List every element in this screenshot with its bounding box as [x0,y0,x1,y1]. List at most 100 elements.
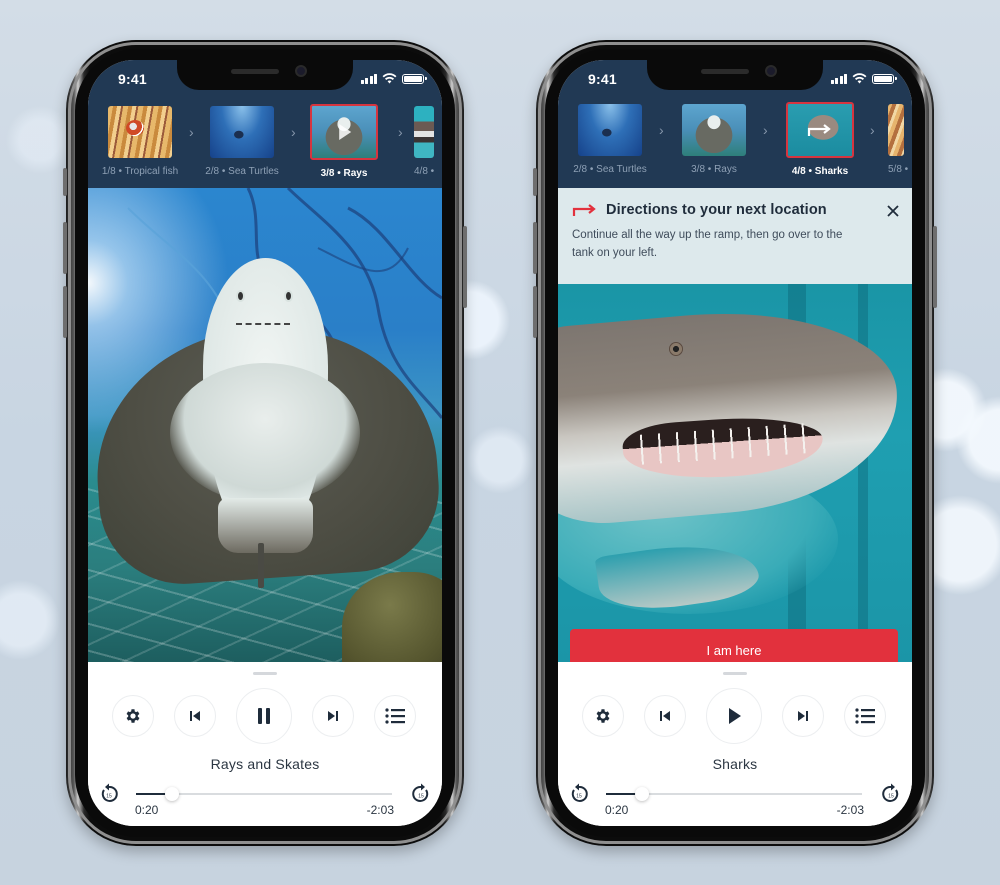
phone-sharks: 9:41 2/8 • Sea Turtles › 3/8 • Rays › 4/… [533,40,937,846]
chevron-right-icon: › [659,122,664,138]
thumbnail-tropical-fish[interactable] [888,104,904,156]
drag-handle[interactable] [723,672,747,675]
screen: 9:41 2/8 • Sea Turtles › 3/8 • Rays › 4/… [558,60,912,826]
wifi-icon [852,73,867,84]
carousel-item-rays[interactable]: 3/8 • Rays [294,104,394,179]
carousel-item-sea-turtles[interactable]: 2/8 • Sea Turtles [192,106,292,177]
previous-track-button[interactable] [174,695,216,737]
rewind-15-icon: 15 [101,783,118,802]
ray-tail [218,498,313,553]
thumbnail-shark[interactable] [414,106,434,158]
carousel-item-sharks[interactable]: 4/8 • [414,106,442,177]
volume-up-button [63,222,67,274]
skip-forward-15-button[interactable]: 15 [410,782,432,804]
carousel-item-label: 4/8 • [414,166,435,177]
playlist-button[interactable] [844,695,886,737]
thumbnail-sea-turtle[interactable] [210,106,274,158]
close-icon[interactable] [886,204,900,218]
carousel-item-rays[interactable]: 3/8 • Rays [664,104,764,175]
play-icon [729,708,741,724]
carousel-item-sea-turtles[interactable]: 2/8 • Sea Turtles [560,104,660,175]
svg-text:15: 15 [576,794,582,800]
forward-15-icon: 15 [412,783,429,802]
carousel-item-label: 5/8 • [888,164,909,175]
chevron-right-icon: › [870,122,875,138]
thumbnail-tropical-fish[interactable] [108,106,172,158]
settings-button[interactable] [112,695,154,737]
rewind-15-icon: 15 [571,783,588,802]
carousel-item-label: 1/8 • Tropical fish [101,166,179,177]
elapsed-time: 0:20 [605,803,629,817]
playlist-button[interactable] [374,695,416,737]
directions-text: Continue all the way up the ramp, then g… [572,229,843,259]
exhibit-photo-shark [558,284,912,662]
ray-stinger [258,543,264,588]
list-icon [385,708,405,724]
mute-switch [63,168,67,196]
battery-icon [402,73,427,84]
chevron-right-icon: › [763,122,768,138]
signal-icon [830,73,847,84]
carousel-item-label-active: 4/8 • Sharks [791,166,849,177]
skip-back-15-button[interactable]: 15 [98,782,120,804]
thumbnail-ray-active[interactable] [310,104,378,160]
phone-rays: 9:41 1/8 • Tropical fish › 2/8 • Sea Tur… [63,40,467,846]
battery-icon [872,73,897,84]
svg-text:15: 15 [418,794,424,800]
audio-player: Rays and Skates 15 15 0:20 -2:03 [88,662,442,826]
mute-switch [533,168,537,196]
skip-next-icon [798,711,808,721]
thumbnail-ray[interactable] [682,104,746,156]
exhibit-carousel[interactable]: 1/8 • Tropical fish › 2/8 • Sea Turtles … [88,104,442,188]
exhibit-carousel[interactable]: 2/8 • Sea Turtles › 3/8 • Rays › 4/8 • S… [558,102,912,186]
player-controls [88,686,442,746]
volume-down-button [533,286,537,338]
directions-arrow-icon [572,204,596,216]
carousel-item-tropical-fish[interactable]: 5/8 • [888,104,912,175]
next-track-button[interactable] [782,695,824,737]
skip-forward-15-button[interactable]: 15 [880,782,902,804]
carousel-item-sharks[interactable]: 4/8 • Sharks [770,102,870,177]
exhibit-photo-ray [88,188,442,662]
ray-eye [236,290,245,302]
power-button [463,226,467,308]
shark-head [558,297,906,531]
drag-handle[interactable] [253,672,277,675]
progress-slider[interactable] [606,787,862,801]
carousel-item-label: 2/8 • Sea Turtles [205,166,279,177]
carousel-item-label: 2/8 • Sea Turtles [573,164,647,175]
signal-icon [360,73,377,84]
play-button[interactable] [706,688,762,744]
pause-button[interactable] [236,688,292,744]
forward-15-icon: 15 [882,783,899,802]
track-title: Sharks [712,756,758,772]
ray-underside [170,363,360,503]
status-time: 9:41 [118,71,147,87]
list-icon [855,708,875,724]
settings-button[interactable] [582,695,624,737]
next-track-button[interactable] [312,695,354,737]
volume-up-button [533,222,537,274]
volume-down-button [63,286,67,338]
status-time: 9:41 [588,71,617,87]
thumbnail-shark-active[interactable] [786,102,854,158]
skip-back-15-button[interactable]: 15 [568,782,590,804]
player-controls [558,686,912,746]
notch [177,60,353,90]
track-title: Rays and Skates [210,756,320,772]
progress-knob[interactable] [634,787,649,801]
progress-slider[interactable] [136,787,392,801]
shark-eye [669,342,683,356]
ray-mouth [236,323,290,326]
tank-pillar [858,284,868,662]
remaining-time: -2:03 [366,803,394,817]
previous-track-button[interactable] [644,695,686,737]
chevron-right-icon: › [398,124,403,140]
thumbnail-sea-turtle[interactable] [578,104,642,156]
skip-next-icon [328,711,338,721]
carousel-item-tropical-fish[interactable]: 1/8 • Tropical fish [90,106,190,177]
progress-knob[interactable] [164,787,179,801]
ray-eye [284,290,293,302]
play-icon [339,124,352,140]
elapsed-time: 0:20 [135,803,159,817]
